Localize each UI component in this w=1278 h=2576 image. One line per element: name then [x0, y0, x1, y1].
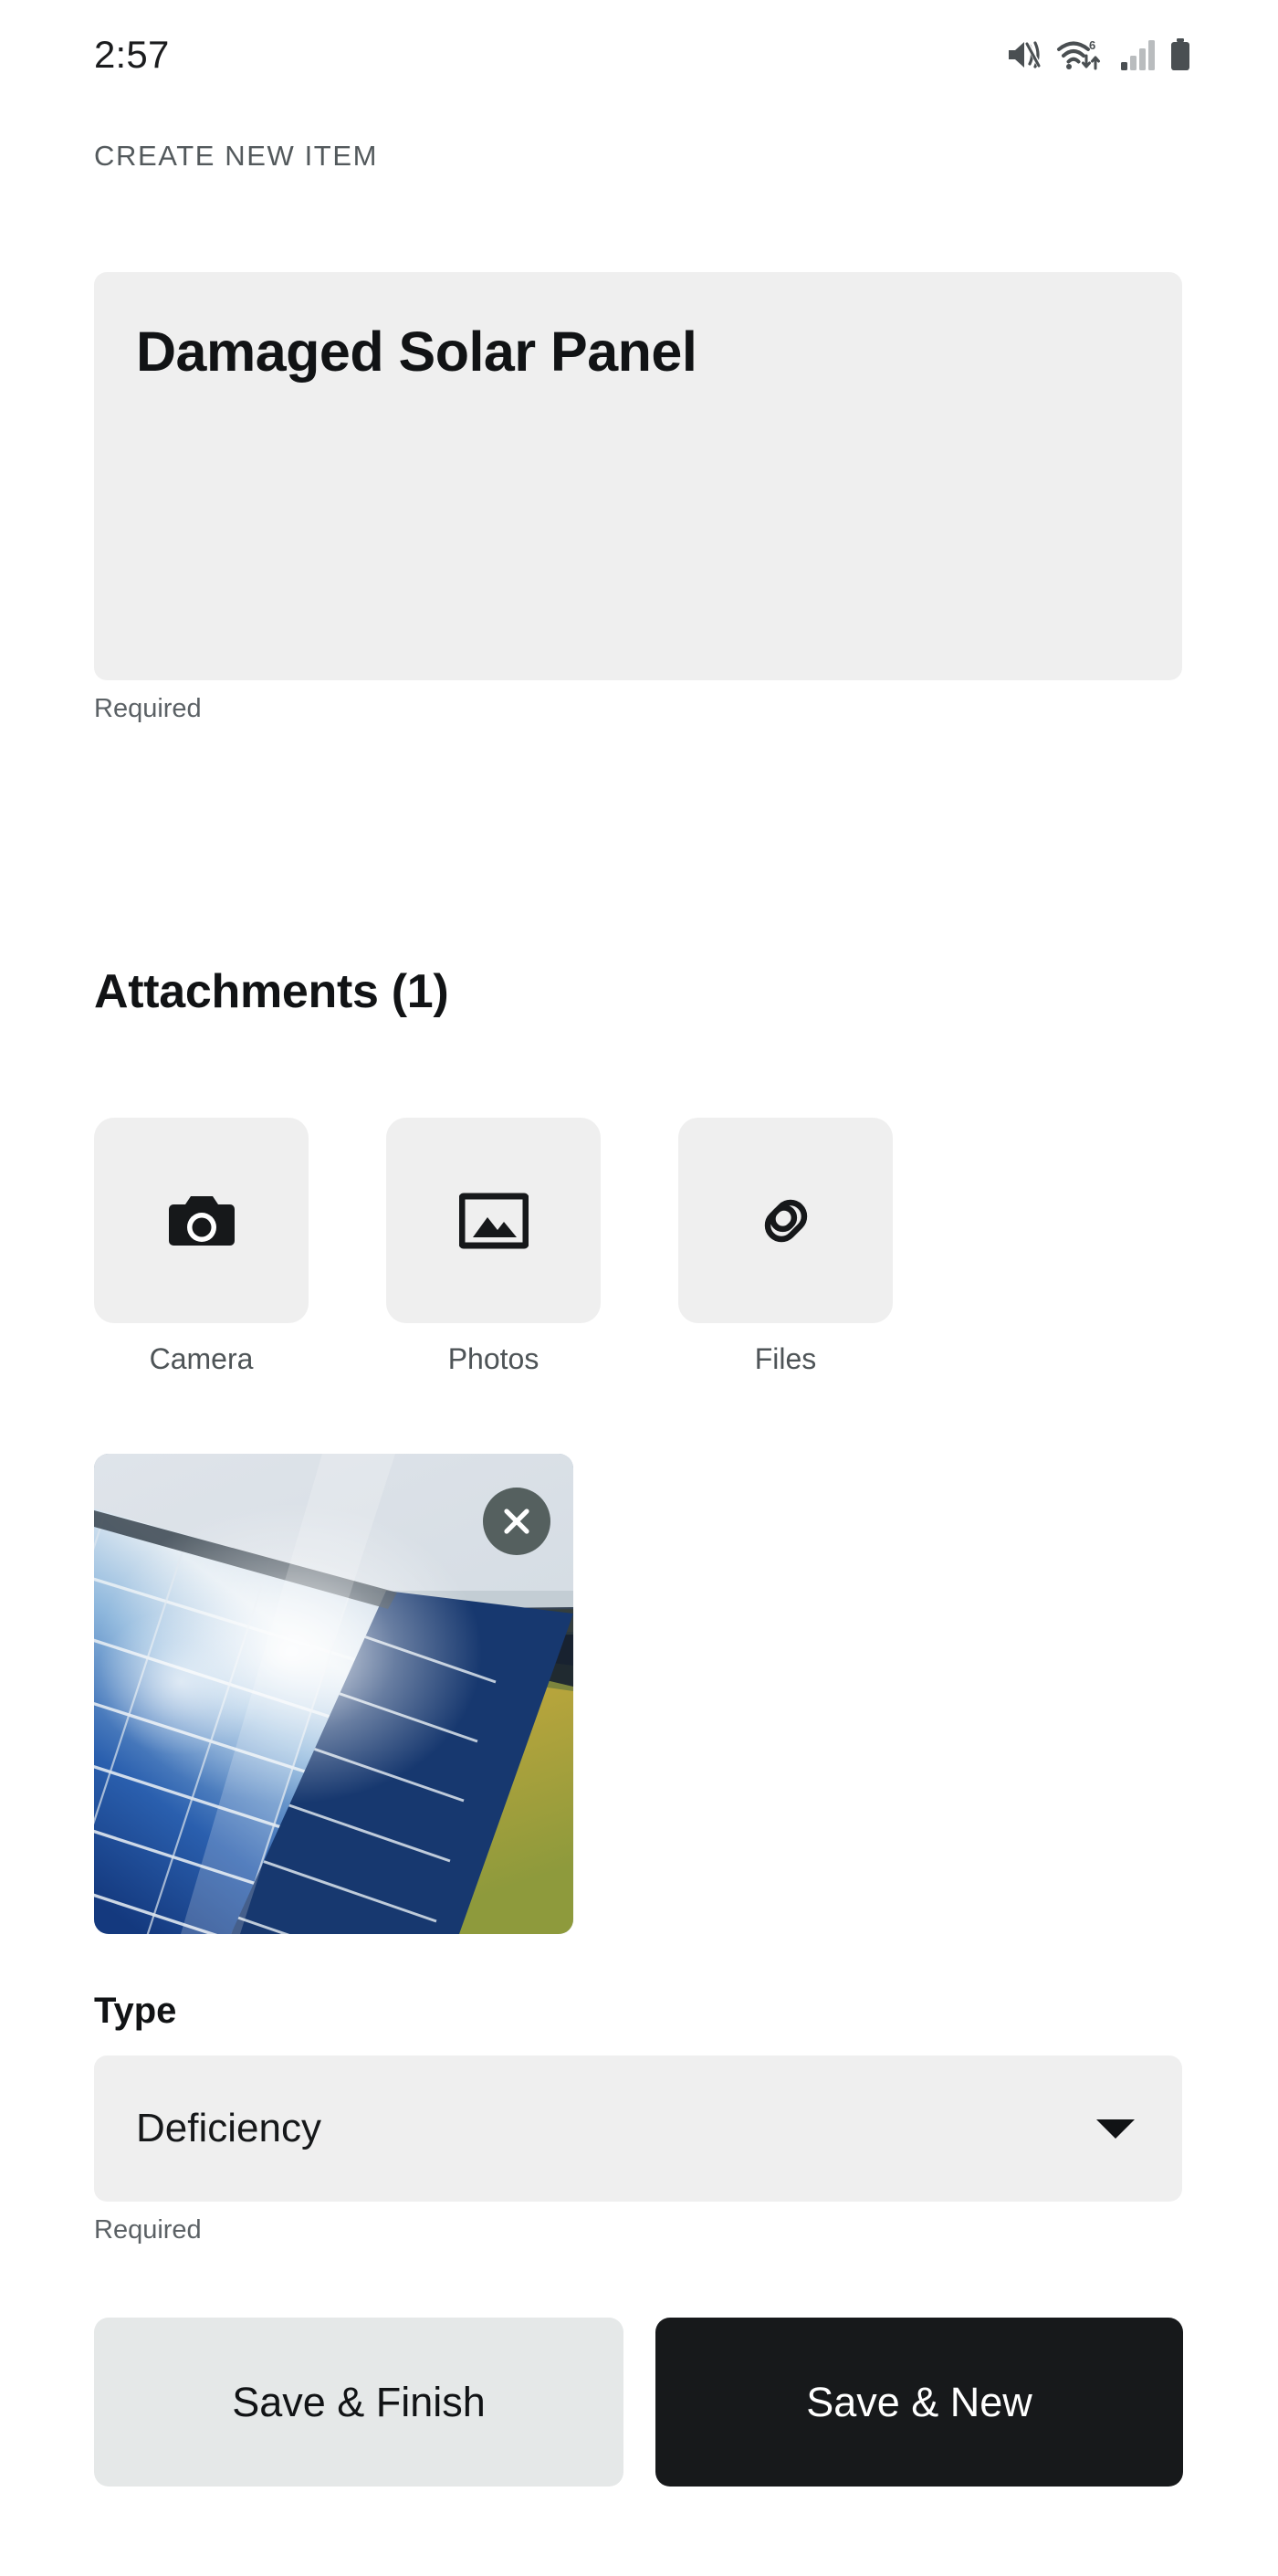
- save-and-new-button[interactable]: Save & New: [655, 2318, 1183, 2487]
- item-title-value: Damaged Solar Panel: [136, 321, 697, 383]
- attachment-photos-label: Photos: [447, 1342, 539, 1375]
- attachment-photos-tile[interactable]: [386, 1118, 601, 1323]
- volume-mute-icon: [1007, 39, 1043, 70]
- attachment-camera-button[interactable]: Camera: [94, 1118, 309, 1373]
- close-icon: [501, 1506, 532, 1537]
- attachments-heading: Attachments (1): [94, 965, 449, 1018]
- battery-icon: [1169, 38, 1191, 71]
- image-icon: [458, 1193, 529, 1249]
- status-bar-icons: 6: [1007, 37, 1191, 72]
- attachment-camera-label: Camera: [149, 1342, 254, 1375]
- type-field-helper-text: Required: [94, 2215, 202, 2245]
- cellular-signal-icon: [1120, 39, 1157, 70]
- type-field-label: Type: [94, 1991, 177, 2031]
- attachment-actions: Camera Photos Files: [94, 1118, 893, 1373]
- status-bar-clock: 2:57: [94, 33, 170, 76]
- footer-actions: Save & Finish Save & New: [94, 2318, 1183, 2487]
- svg-text:6: 6: [1089, 38, 1095, 52]
- attachment-thumbnail[interactable]: [94, 1454, 573, 1934]
- attachment-files-label: Files: [754, 1342, 817, 1375]
- type-select[interactable]: Deficiency: [94, 2056, 1182, 2202]
- type-select-value: Deficiency: [136, 2106, 321, 2150]
- paperclip-icon: [750, 1185, 822, 1256]
- camera-icon: [166, 1193, 237, 1249]
- item-title-helper-text: Required: [94, 694, 202, 723]
- attachment-files-button[interactable]: Files: [678, 1118, 893, 1373]
- item-title-input[interactable]: Damaged Solar Panel: [94, 272, 1182, 680]
- attachment-files-tile[interactable]: [678, 1118, 893, 1323]
- status-bar: 2:57 6: [0, 0, 1278, 110]
- page-title: CREATE NEW ITEM: [94, 140, 379, 172]
- attachment-camera-tile[interactable]: [94, 1118, 309, 1323]
- save-and-finish-button[interactable]: Save & Finish: [94, 2318, 623, 2487]
- remove-attachment-button[interactable]: [483, 1488, 550, 1555]
- attachment-photos-button[interactable]: Photos: [386, 1118, 601, 1373]
- chevron-down-icon: [1096, 2119, 1135, 2139]
- create-new-item-screen: 2:57 6 CREATE NEW ITEM Damaged Solar Pan…: [0, 0, 1278, 2576]
- wifi-6-icon: 6: [1056, 37, 1107, 72]
